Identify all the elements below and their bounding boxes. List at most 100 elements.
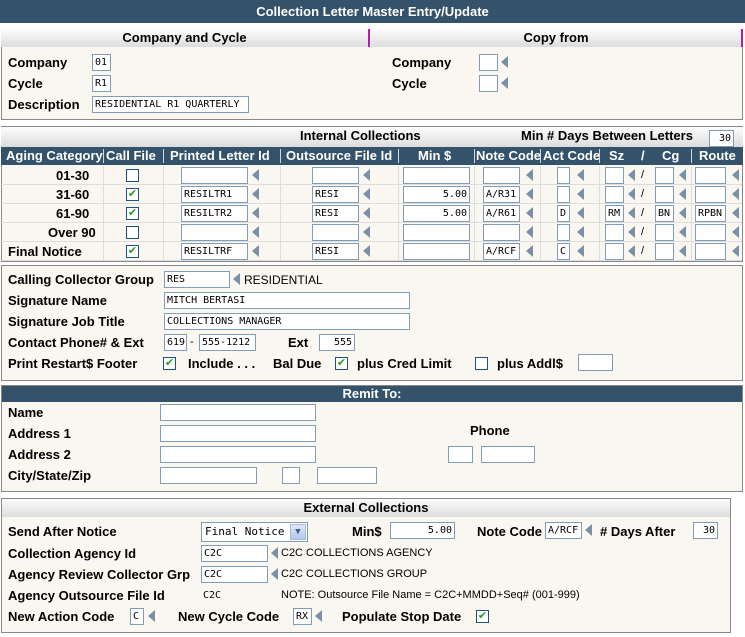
sz-lookup-icon[interactable] xyxy=(628,207,635,219)
remit-state-input[interactable] xyxy=(282,467,300,484)
min-amount-input[interactable]: 5.00 xyxy=(403,205,470,222)
remit-city-input[interactable] xyxy=(160,467,257,484)
route-lookup-icon[interactable] xyxy=(732,226,739,238)
outsource-file-id-input[interactable] xyxy=(312,224,359,241)
new-cycle-input[interactable]: RX xyxy=(293,608,312,625)
note-code-lookup-icon[interactable] xyxy=(526,245,533,257)
ext-note-code-lookup-icon[interactable] xyxy=(585,524,592,536)
note-code-lookup-icon[interactable] xyxy=(526,188,533,200)
outsource-lookup-icon[interactable] xyxy=(363,226,370,238)
outsource-lookup-icon[interactable] xyxy=(363,188,370,200)
cycle-input[interactable]: R1 xyxy=(92,75,111,92)
outsource-file-id-input[interactable]: RESI xyxy=(312,205,359,222)
cg-input[interactable] xyxy=(655,224,674,241)
cred-limit-checkbox[interactable]: ✔ xyxy=(335,357,348,370)
route-input[interactable] xyxy=(695,224,726,241)
description-input[interactable]: RESIDENTIAL R1 QUARTERLY xyxy=(92,96,249,113)
printed-letter-id-input[interactable]: RESILTR2 xyxy=(181,205,248,222)
act-code-input[interactable] xyxy=(557,186,570,203)
printed-letter-id-input[interactable] xyxy=(181,167,248,184)
ext-input[interactable]: 555 xyxy=(319,334,355,351)
copy-cycle-input[interactable] xyxy=(479,75,498,92)
printed-letter-lookup-icon[interactable] xyxy=(252,207,259,219)
remit-phone-number-input[interactable] xyxy=(481,446,535,463)
act-code-input[interactable] xyxy=(557,167,570,184)
min-amount-input[interactable] xyxy=(403,224,470,241)
new-action-input[interactable]: C xyxy=(130,608,144,625)
act-code-input[interactable]: C xyxy=(557,243,570,260)
route-input[interactable]: RPBN xyxy=(695,205,726,222)
footer-checkbox[interactable]: ✔ xyxy=(163,357,176,370)
cg-input[interactable] xyxy=(655,243,674,260)
note-code-input[interactable] xyxy=(483,167,520,184)
copy-company-input[interactable] xyxy=(479,54,498,71)
remit-address2-input[interactable] xyxy=(160,446,316,463)
days-after-input[interactable]: 30 xyxy=(693,522,718,539)
cg-input[interactable] xyxy=(655,186,674,203)
act-code-lookup-icon[interactable] xyxy=(577,226,584,238)
outsource-file-id-input[interactable] xyxy=(312,167,359,184)
cg-lookup-icon[interactable] xyxy=(679,226,686,238)
addl-input[interactable] xyxy=(578,354,613,371)
send-after-select[interactable]: Final Notice ▼ xyxy=(201,522,308,542)
route-lookup-icon[interactable] xyxy=(732,188,739,200)
sz-input[interactable] xyxy=(605,167,624,184)
route-lookup-icon[interactable] xyxy=(732,245,739,257)
route-lookup-icon[interactable] xyxy=(732,207,739,219)
remit-phone-area-input[interactable] xyxy=(448,446,473,463)
sz-input[interactable] xyxy=(605,243,624,260)
company-input[interactable]: 01 xyxy=(92,54,111,71)
printed-letter-id-input[interactable]: RESILTR1 xyxy=(181,186,248,203)
call-file-checkbox[interactable]: ✔ xyxy=(126,207,139,220)
cg-input[interactable] xyxy=(655,167,674,184)
note-code-lookup-icon[interactable] xyxy=(526,207,533,219)
phone-number-input[interactable]: 555-1212 xyxy=(199,334,256,351)
signature-title-input[interactable]: COLLECTIONS MANAGER xyxy=(164,313,410,330)
outsource-file-id-input[interactable]: RESI xyxy=(312,243,359,260)
new-cycle-lookup-icon[interactable] xyxy=(315,610,322,622)
addl-checkbox[interactable] xyxy=(475,357,488,370)
sz-lookup-icon[interactable] xyxy=(628,245,635,257)
ext-note-code-input[interactable]: A/RCF xyxy=(545,522,582,539)
agency-id-lookup-icon[interactable] xyxy=(271,547,278,559)
sz-lookup-icon[interactable] xyxy=(628,188,635,200)
signature-name-input[interactable]: MITCH BERTASI xyxy=(164,292,410,309)
cg-lookup-icon[interactable] xyxy=(679,169,686,181)
collector-group-input[interactable]: RES xyxy=(164,271,230,288)
printed-letter-id-input[interactable]: RESILTRF xyxy=(181,243,248,260)
route-input[interactable] xyxy=(695,167,726,184)
cg-lookup-icon[interactable] xyxy=(679,188,686,200)
act-code-lookup-icon[interactable] xyxy=(577,207,584,219)
call-file-checkbox[interactable] xyxy=(126,169,139,182)
act-code-lookup-icon[interactable] xyxy=(577,188,584,200)
cg-lookup-icon[interactable] xyxy=(679,245,686,257)
printed-letter-lookup-icon[interactable] xyxy=(252,226,259,238)
sz-input[interactable]: RM xyxy=(605,205,624,222)
note-code-lookup-icon[interactable] xyxy=(526,226,533,238)
min-amount-input[interactable]: 5.00 xyxy=(403,186,470,203)
min-days-input[interactable]: 30 xyxy=(709,130,734,147)
route-lookup-icon[interactable] xyxy=(732,169,739,181)
chevron-down-icon[interactable]: ▼ xyxy=(290,524,306,540)
phone-area-input[interactable]: 619 xyxy=(164,334,187,351)
min-amount-input[interactable] xyxy=(403,243,470,260)
call-file-checkbox[interactable]: ✔ xyxy=(126,245,139,258)
copy-cycle-lookup-icon[interactable] xyxy=(501,77,508,89)
cg-lookup-icon[interactable] xyxy=(679,207,686,219)
min-amount-input[interactable] xyxy=(403,167,470,184)
agency-id-input[interactable]: C2C xyxy=(201,545,268,562)
act-code-lookup-icon[interactable] xyxy=(577,245,584,257)
note-code-input[interactable]: A/R31 xyxy=(483,186,520,203)
act-code-lookup-icon[interactable] xyxy=(577,169,584,181)
printed-letter-id-input[interactable] xyxy=(181,224,248,241)
note-code-input[interactable] xyxy=(483,224,520,241)
sz-lookup-icon[interactable] xyxy=(628,169,635,181)
act-code-input[interactable] xyxy=(557,224,570,241)
route-input[interactable] xyxy=(695,186,726,203)
remit-name-input[interactable] xyxy=(160,404,316,421)
outsource-lookup-icon[interactable] xyxy=(363,207,370,219)
sz-input[interactable] xyxy=(605,186,624,203)
cg-input[interactable]: BN xyxy=(655,205,674,222)
review-grp-input[interactable]: C2C xyxy=(201,566,268,583)
call-file-checkbox[interactable]: ✔ xyxy=(126,188,139,201)
